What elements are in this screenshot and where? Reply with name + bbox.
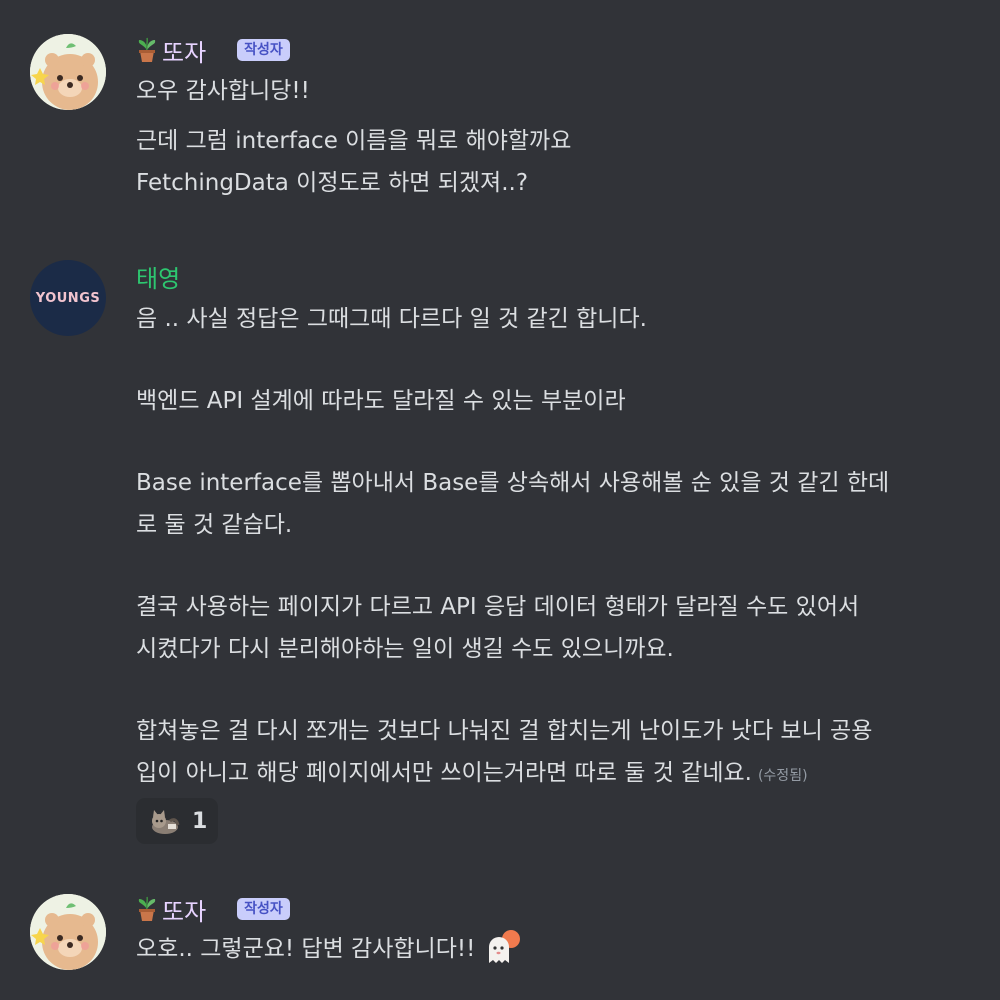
message-text-line: 합쳐놓은 걸 다시 쪼개는 것보다 나눠진 걸 합치는게 난이도가 낫다 보니 … xyxy=(136,718,873,744)
message-text-line: 오호.. 그렇군요! 답변 감사합니다!! xyxy=(136,929,521,965)
message-text-line-edited: 입이 아니고 해당 페이지에서만 쓰이는거라면 따로 둘 것 같네요. (수정됨) xyxy=(136,758,808,791)
crescent-moon-icon xyxy=(214,40,225,60)
bear-avatar-icon xyxy=(30,894,106,970)
message-text-line: 음 .. 사실 정답은 그때그때 다르다 일 것 같긴 합니다. xyxy=(136,306,647,332)
reaction-button[interactable]: 1 xyxy=(136,798,218,844)
ghost-emoji-icon xyxy=(489,929,521,963)
message-text-line: 결국 사용하는 페이지가 다르고 API 응답 데이터 형태가 달라질 수도 있… xyxy=(136,594,860,620)
potted-plant-icon xyxy=(138,37,156,62)
message-text-line: 로 둘 것 같습다. xyxy=(136,512,293,538)
bear-avatar-icon xyxy=(30,34,106,110)
edited-label: (수정됨) xyxy=(757,768,808,784)
author-badge: 작성자 xyxy=(237,898,290,920)
message-text-line: 백엔드 API 설계에 따라도 달라질 수 있는 부분이라 xyxy=(136,388,626,414)
message-text-line: 시켰다가 다시 분리해야하는 일이 생길 수도 있으니까요. xyxy=(136,636,674,662)
crescent-moon-icon xyxy=(214,899,225,919)
message-text-line: FetchingData 이정도로 하면 되겠져..? xyxy=(136,170,529,196)
avatar[interactable] xyxy=(30,894,106,970)
message-header: 또자 작성자 xyxy=(136,33,290,68)
message-text-line: Base interface를 뽑아내서 Base를 상속해서 사용해볼 순 있… xyxy=(136,470,890,496)
message-text: 입이 아니고 해당 페이지에서만 쓰이는거라면 따로 둘 것 같네요. xyxy=(136,760,752,786)
avatar[interactable]: YOUNGS xyxy=(30,260,106,336)
cat-emoji-icon xyxy=(152,810,180,834)
avatar-text: YOUNGS xyxy=(35,290,101,306)
author-name[interactable]: 또자 xyxy=(162,892,206,927)
message-header: 또자 작성자 xyxy=(136,892,290,927)
avatar[interactable] xyxy=(30,34,106,110)
message-header: 태영 xyxy=(136,259,180,294)
message-text-line: 근데 그럼 interface 이름을 뭐로 해야할까요 xyxy=(136,128,572,154)
author-badge: 작성자 xyxy=(237,39,290,61)
potted-plant-icon xyxy=(138,896,156,921)
message-text-line: 오우 감사합니당!! xyxy=(136,78,310,104)
author-name[interactable]: 태영 xyxy=(136,259,180,294)
message-text: 오호.. 그렇군요! 답변 감사합니다!! xyxy=(136,936,476,962)
reaction-count: 1 xyxy=(192,808,208,834)
author-name[interactable]: 또자 xyxy=(162,33,206,68)
